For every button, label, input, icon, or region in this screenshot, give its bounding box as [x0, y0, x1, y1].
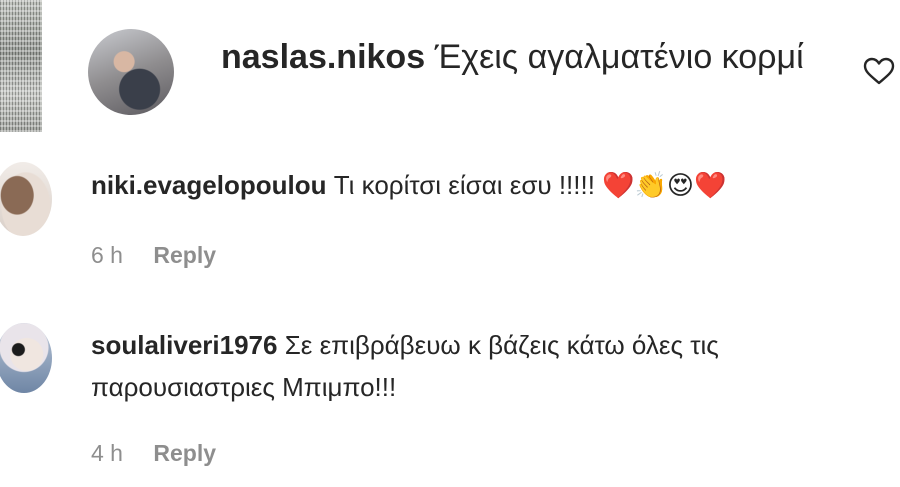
comment-username[interactable]: naslas.nikos [221, 38, 425, 76]
comment-emojis: ❤️👏😍❤️ [602, 170, 727, 200]
comment-time: 4 h [91, 440, 123, 466]
comment-body: Τι κορίτσι είσαι εσυ !!!!! [333, 170, 595, 200]
comment-text: niki.evagelopoulou Τι κορίτσι είσαι εσυ … [91, 163, 891, 207]
comment-username[interactable]: soulaliveri1976 [91, 330, 277, 360]
comment-time: 6 h [91, 242, 123, 268]
comment-body: Έχεις αγαλματένιο κορμί [434, 38, 804, 76]
comment-meta: 6 h Reply [91, 242, 216, 269]
comment-meta: 4 h Reply [91, 440, 216, 467]
like-heart-icon[interactable] [862, 56, 896, 86]
avatar[interactable] [88, 29, 174, 115]
reply-button[interactable]: Reply [153, 440, 216, 466]
post-image-edge [0, 0, 42, 132]
reply-button[interactable]: Reply [153, 242, 216, 268]
avatar[interactable] [0, 162, 52, 236]
comment-username[interactable]: niki.evagelopoulou [91, 170, 326, 200]
comment-text: naslas.nikos Έχεις αγαλματένιο κορμί [221, 32, 841, 82]
avatar[interactable] [0, 323, 52, 393]
comment-text: soulaliveri1976 Σε επιβράβευω κ βάζεις κ… [91, 324, 891, 408]
